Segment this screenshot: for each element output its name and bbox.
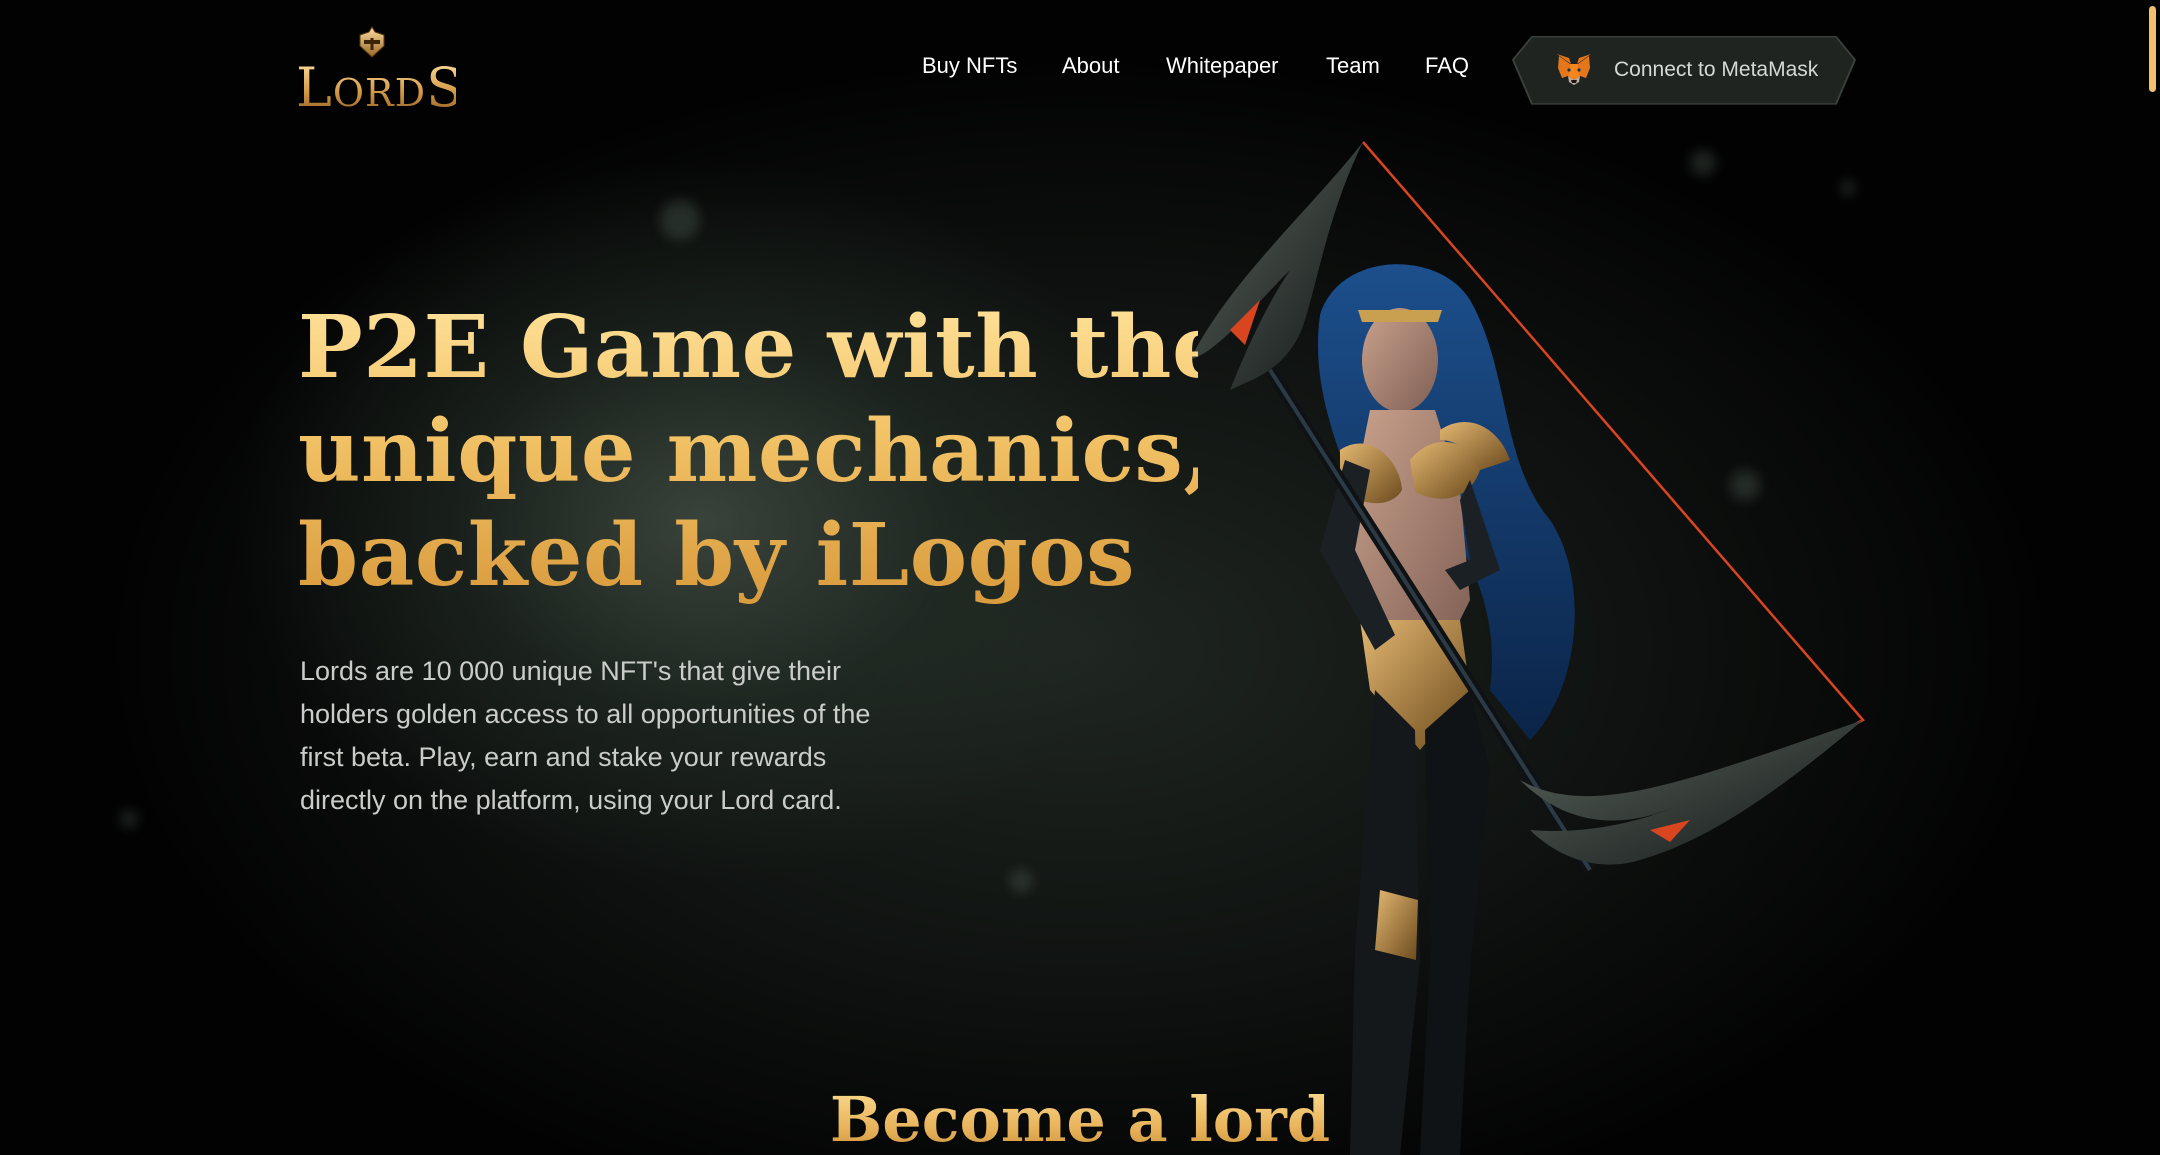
hero-title: P2E Game with the unique mechanics, back… <box>298 296 1198 608</box>
mist-particle <box>1010 870 1032 892</box>
hero-description: Lords are 10 000 unique NFT's that give … <box>300 650 960 822</box>
connect-metamask-button[interactable]: Connect to MetaMask <box>1512 36 1856 134</box>
connect-metamask-label: Connect to MetaMask <box>1614 58 1819 81</box>
scrollbar-thumb[interactable] <box>2149 6 2156 92</box>
hero-description-line: holders golden access to all opportuniti… <box>300 699 871 729</box>
hero-title-line: unique mechanics, <box>298 401 1214 502</box>
hero-title-line: backed by iLogos <box>298 505 1136 606</box>
become-a-lord-heading: Become a lord <box>0 1080 2160 1155</box>
mist-particle <box>120 810 138 828</box>
metamask-fox-icon <box>1557 54 1591 85</box>
landing-page: LordS Buy NFTs About Whitepaper Team FAQ… <box>0 0 2160 1155</box>
hero-description-line: first beta. Play, earn and stake your re… <box>300 742 827 772</box>
nav-buy-nfts[interactable]: Buy NFTs <box>922 48 1017 84</box>
hero-description-line: directly on the platform, using your Lor… <box>300 785 842 815</box>
mist-particle <box>660 200 700 240</box>
nav-about[interactable]: About <box>1062 48 1120 84</box>
page-scrollbar[interactable] <box>2146 0 2160 1155</box>
logo-wordmark: LordS <box>296 56 465 119</box>
helmet-crest-icon <box>359 26 385 58</box>
nav-faq[interactable]: FAQ <box>1425 48 1469 84</box>
nav-whitepaper[interactable]: Whitepaper <box>1166 48 1279 84</box>
nav-team[interactable]: Team <box>1326 48 1380 84</box>
hero-character-illustration <box>1190 141 1865 1155</box>
lords-logo[interactable]: LordS <box>296 26 463 116</box>
hero-description-line: Lords are 10 000 unique NFT's that give … <box>300 656 841 686</box>
hero-title-line: P2E Game with the <box>298 297 1228 398</box>
